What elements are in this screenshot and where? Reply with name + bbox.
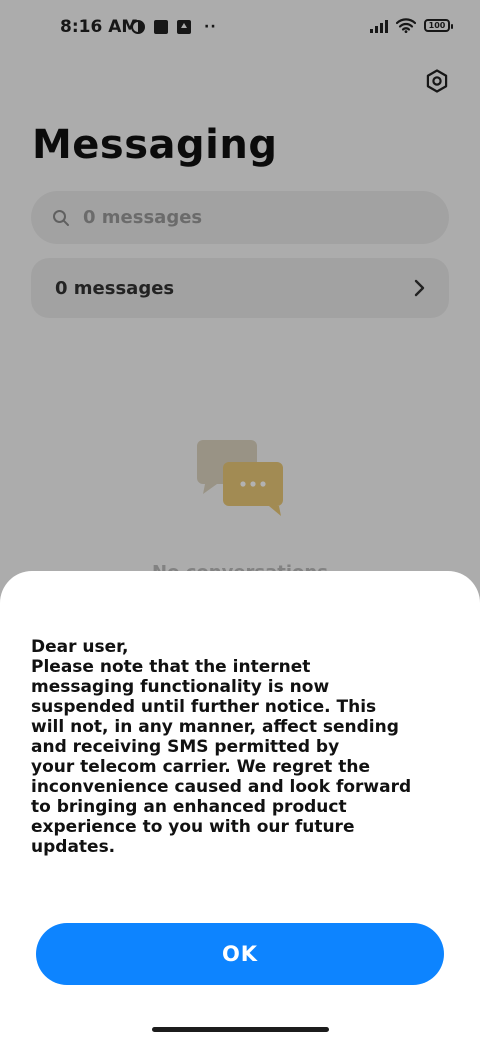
- dialog-message-line: inconvenience caused and look forward: [31, 777, 412, 797]
- dialog-message-line: and receiving SMS permitted by: [31, 737, 340, 757]
- dialog-message-line: experience to you with our future: [31, 817, 355, 837]
- dialog-message-line: will not, in any manner, affect sending: [31, 717, 399, 737]
- dialog-message-line: to bringing an enhanced product: [31, 797, 347, 817]
- dialog-message-line: suspended until further notice. This: [31, 697, 377, 717]
- notice-dialog: Dear user, Please note that the internet…: [0, 571, 480, 1040]
- dialog-message: Dear user, Please note that the internet…: [31, 637, 463, 857]
- home-indicator[interactable]: [152, 1027, 329, 1032]
- dialog-message-line: Please note that the internet: [31, 657, 311, 677]
- dialog-message-line: Dear user,: [31, 637, 129, 657]
- ok-button[interactable]: OK: [36, 923, 444, 985]
- dialog-message-line: messaging functionality is now: [31, 677, 330, 697]
- dialog-message-line: your telecom carrier. We regret the: [31, 757, 370, 777]
- dialog-message-line: updates.: [31, 837, 116, 857]
